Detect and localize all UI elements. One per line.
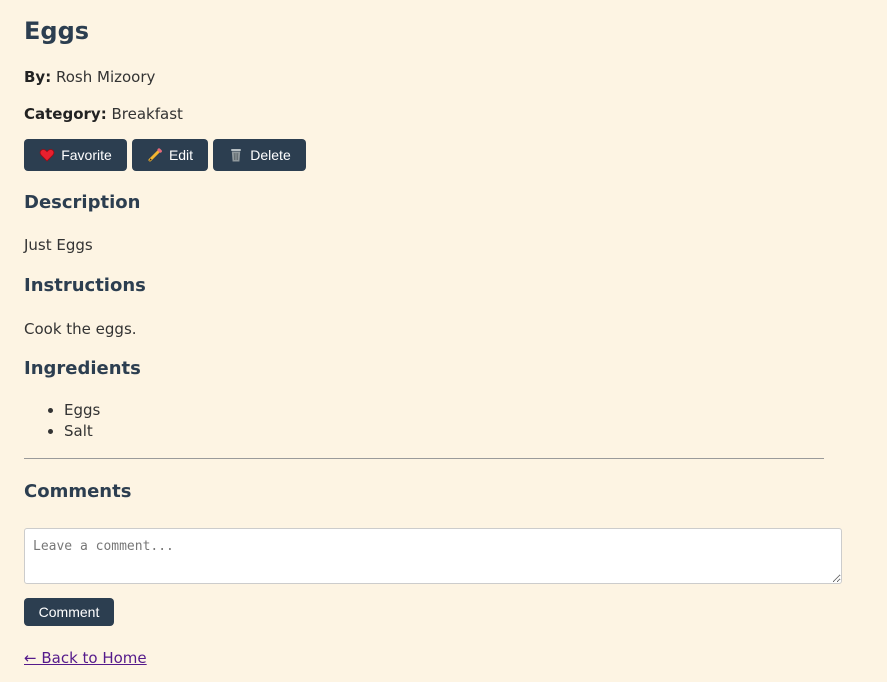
favorite-button-label: Favorite xyxy=(61,147,112,163)
author-label: By: xyxy=(24,68,52,86)
ingredients-heading: Ingredients xyxy=(24,358,141,379)
comments-heading: Comments xyxy=(24,481,132,502)
category-label: Category: xyxy=(24,105,107,123)
author-name: Rosh Mizoory xyxy=(56,68,156,86)
category-line: Category: Breakfast xyxy=(24,103,183,125)
instructions-text: Cook the eggs. xyxy=(24,320,137,338)
delete-button[interactable]: Delete xyxy=(213,139,306,171)
page-title: Eggs xyxy=(24,17,90,45)
edit-button-label: Edit xyxy=(168,147,194,163)
author-line: By: Rosh Mizoory xyxy=(24,66,155,88)
delete-button-label: Delete xyxy=(250,147,291,163)
divider xyxy=(24,458,824,459)
instructions-heading: Instructions xyxy=(24,275,146,296)
description-heading: Description xyxy=(24,192,141,213)
recipe-page: Eggs By: Rosh Mizoory Category: Breakfas… xyxy=(0,0,887,682)
comment-submit-button[interactable]: Comment xyxy=(24,598,114,626)
description-text: Just Eggs xyxy=(24,236,93,254)
pencil-icon xyxy=(147,147,163,163)
list-item: Salt xyxy=(64,421,100,442)
ingredients-list: Eggs Salt xyxy=(24,400,100,442)
back-to-home-link[interactable]: ← Back to Home xyxy=(24,647,147,669)
edit-button[interactable]: Edit xyxy=(132,139,208,171)
trash-icon xyxy=(228,147,244,163)
comment-input[interactable] xyxy=(24,528,842,584)
favorite-button[interactable]: Favorite xyxy=(24,139,127,171)
heart-icon xyxy=(39,147,55,163)
list-item: Eggs xyxy=(64,400,100,421)
category-value: Breakfast xyxy=(111,105,183,123)
